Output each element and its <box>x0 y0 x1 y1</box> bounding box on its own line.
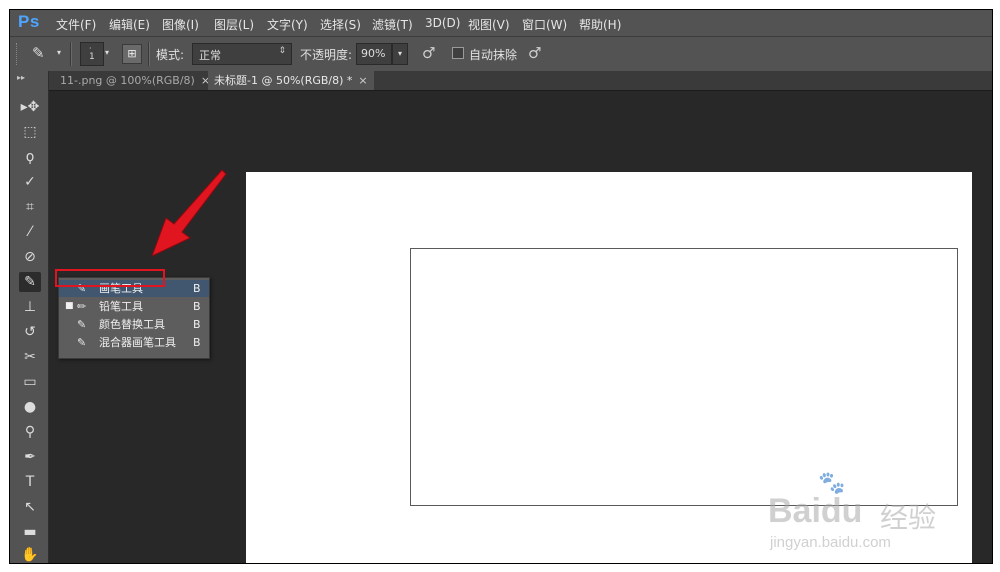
options-separator <box>70 42 72 66</box>
history-brush-tool-icon[interactable]: ↺ <box>19 322 41 342</box>
pen-tool-icon[interactable]: ✒ <box>19 447 41 467</box>
panel-collapse-icon[interactable]: ▸▸ <box>17 74 41 82</box>
opacity-value: 90% <box>361 47 386 60</box>
menu-3d[interactable]: 3D(D) <box>425 16 460 30</box>
clone-stamp-tool-icon[interactable]: ⊥ <box>19 297 41 317</box>
hand-tool-icon[interactable]: ✋ <box>19 545 41 563</box>
watermark-url: jingyan.baidu.com <box>770 534 891 551</box>
blur-tool-icon[interactable]: ● <box>19 397 41 417</box>
watermark-cn: 经验 <box>880 502 937 533</box>
menu-help[interactable]: 帮助(H) <box>579 16 621 33</box>
flyout-label: 铅笔工具 <box>99 300 143 313</box>
healing-brush-tool-icon[interactable]: ⊘ <box>19 247 41 267</box>
gradient-tool-icon[interactable]: ▭ <box>19 372 41 392</box>
tab-label: 未标题-1 @ 50%(RGB/8) * <box>214 74 353 87</box>
opacity-label: 不透明度: <box>300 48 353 62</box>
auto-erase-checkbox[interactable] <box>452 47 464 59</box>
pressure-opacity-icon[interactable]: ♂ <box>422 44 435 62</box>
flyout-item-mixer-brush[interactable]: ✎ 混合器画笔工具 B <box>59 334 209 351</box>
flyout-shortcut: B <box>193 336 201 349</box>
brush-preset-icon[interactable]: ✎ <box>32 44 45 62</box>
current-tool-dot-icon: ■ <box>65 301 74 311</box>
menu-filter[interactable]: 滤镜(T) <box>372 16 413 33</box>
flyout-item-pencil[interactable]: ■ ✏ 铅笔工具 B <box>59 298 209 315</box>
menu-image[interactable]: 图像(I) <box>162 16 199 33</box>
brush-preset-dropdown-icon[interactable]: ▾ <box>57 48 61 57</box>
updown-arrows-icon: ⇕ <box>278 46 286 56</box>
ps-logo: Ps <box>18 12 40 31</box>
rectangle-shape <box>410 248 958 506</box>
mode-label: 模式: <box>156 48 185 62</box>
screenshot-frame: Ps 文件(F) 编辑(E) 图像(I) 图层(L) 文字(Y) 选择(S) 滤… <box>0 0 1000 572</box>
color-replacement-icon: ✎ <box>77 318 87 331</box>
brush-tool-flyout: ✎ 画笔工具 B ■ ✏ 铅笔工具 B ✎ 颜色替换工具 B ✎ 混合器画笔工具… <box>58 277 210 359</box>
type-tool-icon[interactable]: T <box>19 472 41 492</box>
mode-value: 正常 <box>199 49 221 62</box>
path-selection-tool-icon[interactable]: ↖ <box>19 497 41 517</box>
brush-size-picker[interactable]: · 1 <box>80 42 104 66</box>
mixer-brush-icon: ✎ <box>77 336 87 349</box>
flyout-shortcut: B <box>193 300 201 313</box>
baidu-watermark: 🐾 Baidu 经验 jingyan.baidu.com <box>768 470 958 560</box>
watermark-brand: Baidu <box>768 492 863 530</box>
menu-layer[interactable]: 图层(L) <box>214 16 254 33</box>
flyout-label: 混合器画笔工具 <box>99 336 176 349</box>
menu-edit[interactable]: 编辑(E) <box>109 16 150 33</box>
options-bar: ✎ ▾ · 1 ▾ ⊞ 模式: 正常 ⇕ 不透明度: 90% ▾ ♂ 自动抹除 … <box>10 36 992 72</box>
brush-size-value: 1 <box>89 52 95 62</box>
menu-view[interactable]: 视图(V) <box>468 16 510 33</box>
lasso-tool-icon[interactable]: ϙ <box>19 147 41 167</box>
menu-select[interactable]: 选择(S) <box>320 16 361 33</box>
auto-erase-label: 自动抹除 <box>469 48 518 62</box>
marquee-tool-icon[interactable]: ⬚ <box>19 122 41 142</box>
flyout-shortcut: B <box>193 282 201 295</box>
dodge-tool-icon[interactable]: ⚲ <box>19 422 41 442</box>
menu-type[interactable]: 文字(Y) <box>267 16 308 33</box>
pressure-size-icon[interactable]: ♂ <box>528 44 541 62</box>
brush-size-dropdown-icon[interactable]: ▾ <box>105 48 109 57</box>
tab-11-png[interactable]: 11-.png @ 100%(RGB/8) × <box>54 71 210 90</box>
menu-bar: Ps 文件(F) 编辑(E) 图像(I) 图层(L) 文字(Y) 选择(S) 滤… <box>10 10 992 36</box>
opacity-dropdown-icon[interactable]: ▾ <box>392 43 408 65</box>
rectangle-tool-icon[interactable]: ▬ <box>19 522 41 542</box>
menu-window[interactable]: 窗口(W) <box>522 16 567 33</box>
document-tabs: 11-.png @ 100%(RGB/8) × 未标题-1 @ 50%(RGB/8… <box>10 71 992 91</box>
quick-selection-tool-icon[interactable]: ✓ <box>19 172 41 192</box>
brush-tool-icon[interactable]: ✎ <box>19 272 41 292</box>
move-tool-icon[interactable]: ▸✥ <box>19 97 41 117</box>
tab-label: 11-.png @ 100%(RGB/8) <box>60 74 195 87</box>
flyout-label: 颜色替换工具 <box>99 318 165 331</box>
flyout-item-color-replacement[interactable]: ✎ 颜色替换工具 B <box>59 316 209 333</box>
pencil-icon: ✏ <box>77 300 87 313</box>
brush-panel-toggle-icon[interactable]: ⊞ <box>122 44 142 64</box>
options-grip <box>16 43 21 65</box>
flyout-shortcut: B <box>193 318 201 331</box>
eyedropper-tool-icon[interactable]: ⁄ <box>19 222 41 242</box>
tools-panel: ▸▸ ▸✥ ⬚ ϙ ✓ ⌗ ⁄ ⊘ ✎ ⊥ ↺ ✂ ▭ ● ⚲ ✒ T ↖ ▬ … <box>10 71 49 563</box>
mode-select[interactable]: 正常 ⇕ <box>192 43 292 65</box>
opacity-input[interactable]: 90% <box>356 43 392 65</box>
eraser-tool-icon[interactable]: ✂ <box>19 347 41 367</box>
crop-tool-icon[interactable]: ⌗ <box>19 197 41 217</box>
highlight-box <box>55 269 165 287</box>
options-separator <box>148 42 150 66</box>
tab-untitled-1[interactable]: 未标题-1 @ 50%(RGB/8) * × <box>208 71 374 90</box>
close-icon[interactable]: × <box>358 74 367 87</box>
menu-file[interactable]: 文件(F) <box>56 16 96 33</box>
annotation-arrow-icon <box>151 169 227 257</box>
